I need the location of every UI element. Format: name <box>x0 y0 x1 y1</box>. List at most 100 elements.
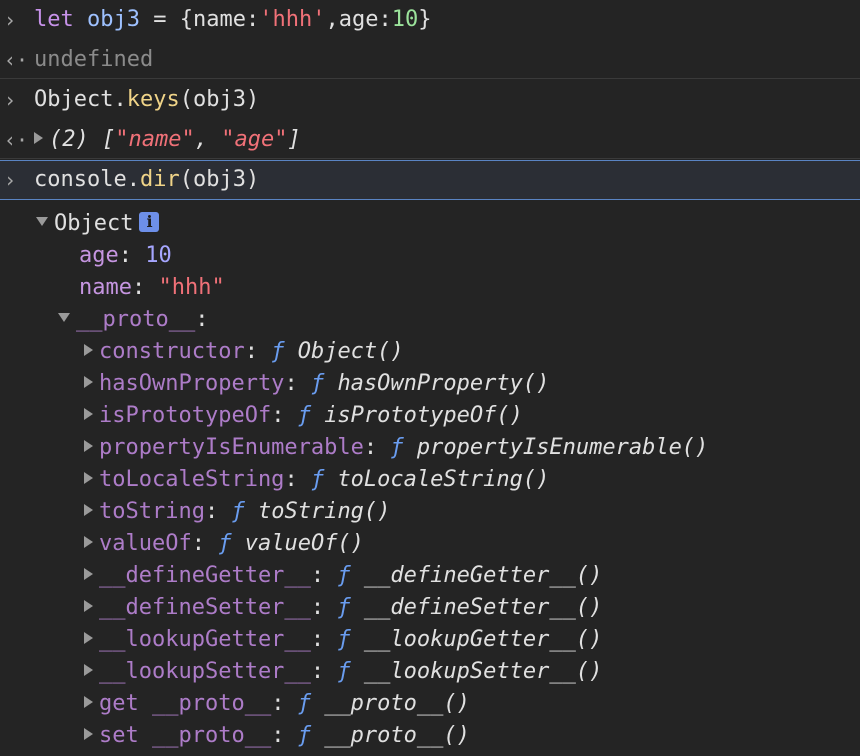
prop-sep: : <box>131 275 159 300</box>
function-f-icon: ƒ <box>231 499 245 524</box>
method-key: __lookupSetter__ <box>99 659 311 684</box>
method-signature: propertyIsEnumerable() <box>416 435 709 460</box>
proto-method-row[interactable]: propertyIsEnumerable: ƒ propertyIsEnumer… <box>0 432 860 464</box>
method-sep: : <box>204 499 232 524</box>
expand-triangle-icon[interactable] <box>84 728 93 740</box>
proto-method-row[interactable]: __defineSetter__: ƒ __defineSetter__() <box>0 592 860 624</box>
proto-method-row[interactable]: __lookupGetter__: ƒ __lookupGetter__() <box>0 624 860 656</box>
method-signature: valueOf() <box>244 531 364 556</box>
function-f-icon: ƒ <box>337 627 351 652</box>
method-sep: : <box>284 467 311 492</box>
proto-method-row[interactable]: isPrototypeOf: ƒ isPrototypeOf() <box>0 400 860 432</box>
method-sep: : <box>363 435 391 460</box>
method-signature: __proto__() <box>324 723 470 748</box>
proto-method-row[interactable]: get __proto__: ƒ __proto__() <box>0 688 860 720</box>
proto-method-row[interactable]: toLocaleString: ƒ toLocaleString() <box>0 464 860 496</box>
method-signature: isPrototypeOf() <box>324 403 523 428</box>
input-code[interactable]: let obj3 = {name:'hhh',age:10} <box>34 4 431 36</box>
expand-triangle-icon[interactable] <box>84 696 93 708</box>
prop-sep: : <box>118 243 146 268</box>
function-f-icon: ƒ <box>337 563 351 588</box>
console-input-row-3[interactable]: › console.dir(obj3) <box>0 160 860 200</box>
function-f-icon: ƒ <box>310 371 325 396</box>
proto-method-row[interactable]: constructor: ƒ Object() <box>0 336 860 368</box>
expand-triangle-icon[interactable] <box>84 632 93 644</box>
prompt-chevron-icon: › <box>4 168 17 192</box>
prompt-chevron-icon: › <box>4 88 17 112</box>
input-code[interactable]: console.dir(obj3) <box>34 161 259 199</box>
function-f-icon: ƒ <box>390 435 404 460</box>
prop-value: 10 <box>145 243 172 268</box>
expand-triangle-icon[interactable] <box>84 600 93 612</box>
expand-triangle-icon[interactable] <box>34 132 43 144</box>
method-sep: : <box>271 723 298 748</box>
method-key: set __proto__ <box>99 723 272 748</box>
method-signature: __lookupGetter__() <box>363 627 603 652</box>
proto-method-row[interactable]: set __proto__: ƒ __proto__() <box>0 720 860 752</box>
function-f-icon: ƒ <box>310 467 325 492</box>
method-signature: __defineGetter__() <box>363 563 603 588</box>
method-signature: toString() <box>257 499 391 524</box>
method-sep: : <box>271 403 298 428</box>
function-f-icon: ƒ <box>337 595 351 620</box>
expand-triangle-icon[interactable] <box>84 408 93 420</box>
expand-triangle-icon[interactable] <box>84 472 93 484</box>
prop-key: age <box>79 243 119 268</box>
method-sep: : <box>244 339 272 364</box>
method-signature: __proto__() <box>324 691 470 716</box>
return-arrow-icon: ‹· <box>4 48 29 72</box>
prompt-chevron-icon: › <box>4 8 17 32</box>
array-preview[interactable]: (2) ["name", "age"] <box>34 124 301 156</box>
method-key: hasOwnProperty <box>99 371 285 396</box>
method-sep: : <box>310 563 338 588</box>
console-input-row-2[interactable]: › Object.keys(obj3) <box>0 84 860 116</box>
method-key: constructor <box>99 339 245 364</box>
function-f-icon: ƒ <box>297 723 311 748</box>
tree-prop-row: age: 10 <box>0 240 860 272</box>
method-sep: : <box>271 691 298 716</box>
function-f-icon: ƒ <box>218 531 232 556</box>
input-code[interactable]: Object.keys(obj3) <box>34 84 259 116</box>
return-arrow-icon: ‹· <box>4 128 29 152</box>
info-icon[interactable]: i <box>139 212 160 232</box>
expand-triangle-icon[interactable] <box>84 344 93 356</box>
proto-method-row[interactable]: __lookupSetter__: ƒ __lookupSetter__() <box>0 656 860 688</box>
method-signature: hasOwnProperty() <box>337 371 550 396</box>
expand-triangle-icon[interactable] <box>84 376 93 388</box>
method-sep: : <box>310 659 338 684</box>
tree-root-toggle[interactable]: Object i <box>36 208 160 240</box>
tree-prop-row: name: "hhh" <box>0 272 860 304</box>
proto-method-row[interactable]: hasOwnProperty: ƒ hasOwnProperty() <box>0 368 860 400</box>
method-signature: __lookupSetter__() <box>363 659 603 684</box>
proto-method-row[interactable]: __defineGetter__: ƒ __defineGetter__() <box>0 560 860 592</box>
expand-triangle-icon[interactable] <box>84 664 93 676</box>
console-result-row-2[interactable]: ‹· (2) ["name", "age"] <box>0 124 860 159</box>
tree-proto-node[interactable]: __proto__: <box>0 304 860 336</box>
method-key: get __proto__ <box>99 691 272 716</box>
expand-triangle-icon[interactable] <box>84 504 93 516</box>
proto-toggle[interactable]: __proto__: <box>58 304 208 336</box>
function-f-icon: ƒ <box>271 339 285 364</box>
method-signature: Object() <box>297 339 404 364</box>
prop-value: "hhh" <box>158 275 225 300</box>
method-key: isPrototypeOf <box>99 403 272 428</box>
method-signature: __defineSetter__() <box>363 595 603 620</box>
method-key: __defineGetter__ <box>99 563 311 588</box>
expand-triangle-icon[interactable] <box>84 440 93 452</box>
method-sep: : <box>191 531 219 556</box>
tree-root-object[interactable]: Object i <box>0 208 860 240</box>
function-f-icon: ƒ <box>337 659 351 684</box>
method-sep: : <box>310 595 338 620</box>
proto-method-row[interactable]: toString: ƒ toString() <box>0 496 860 528</box>
method-key: __lookupGetter__ <box>99 627 311 652</box>
prop-key: name <box>79 275 132 300</box>
console-input-row-1[interactable]: › let obj3 = {name:'hhh',age:10} <box>0 4 860 36</box>
method-signature: toLocaleString() <box>337 467 550 492</box>
expand-triangle-icon[interactable] <box>84 536 93 548</box>
collapse-triangle-icon[interactable] <box>36 216 48 226</box>
proto-method-row[interactable]: valueOf: ƒ valueOf() <box>0 528 860 560</box>
expand-triangle-icon[interactable] <box>84 568 93 580</box>
console-result-row-1: ‹· undefined <box>0 44 860 79</box>
collapse-triangle-icon[interactable] <box>58 312 70 322</box>
method-key: toLocaleString <box>99 467 285 492</box>
